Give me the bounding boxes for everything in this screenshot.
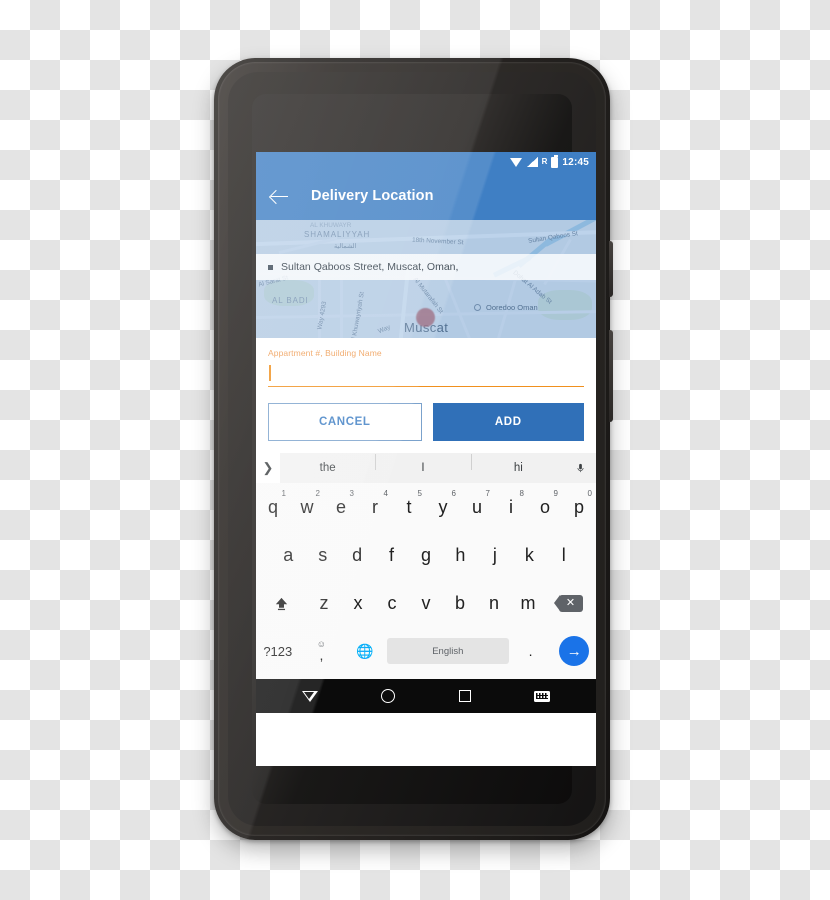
key-num: 3 [349,489,354,498]
nav-keyboard-icon[interactable] [534,690,551,702]
key-m[interactable]: m [511,579,545,627]
space-bar[interactable]: English [386,638,509,664]
key-q[interactable]: 1q [256,483,290,531]
key-u[interactable]: 7u [460,483,494,531]
microphone-icon[interactable] [566,461,596,476]
key-z[interactable]: z [307,579,341,627]
key-p[interactable]: 0p [562,483,596,531]
page-title: Delivery Location [311,188,434,204]
suggestion-strip: ❯ the I hi [256,453,596,483]
key-w[interactable]: 2w [290,483,324,531]
key-a[interactable]: a [271,531,305,579]
selected-address-bar[interactable]: Sultan Qaboos Street, Muscat, Oman, [256,254,596,280]
key-n[interactable]: n [477,579,511,627]
key-label: w [300,496,314,517]
key-label: y [438,496,448,517]
key-y[interactable]: 6y [426,483,460,531]
key-r[interactable]: 4r [358,483,392,531]
phone-screen: R 12:45 Delivery Location AL KHUWAYR SHA… [256,152,596,766]
key-num: 7 [485,489,490,498]
period-key[interactable]: . [509,627,553,675]
symbols-key[interactable]: ?123 [256,627,300,675]
keyboard-row-4: ?123 ☺ , 🌐 English . → [256,627,596,675]
key-num: 1 [281,489,286,498]
wifi-icon [509,157,523,167]
enter-arrow-icon: → [559,636,590,666]
key-num: 5 [417,489,422,498]
key-label: u [471,496,482,517]
key-x[interactable]: x [341,579,375,627]
key-label: o [539,496,550,517]
key-o[interactable]: 9o [528,483,562,531]
key-num: 8 [519,489,524,498]
volume-button[interactable] [609,330,613,422]
key-label: q [267,496,278,517]
key-b[interactable]: b [443,579,477,627]
signal-icon [526,157,538,167]
app-bar: Delivery Location [256,172,596,220]
suggestion-item[interactable]: I [375,454,470,474]
key-num: 2 [315,489,320,498]
selected-address-text: Sultan Qaboos Street, Muscat, Oman, [281,261,459,273]
key-k[interactable]: k [512,531,546,579]
add-button[interactable]: ADD [432,403,584,441]
key-num: 6 [451,489,456,498]
key-num: 9 [553,489,558,498]
key-e[interactable]: 3e [324,483,358,531]
key-num: 4 [383,489,388,498]
key-label: r [372,496,378,517]
nav-back-triangle-icon[interactable] [301,690,318,702]
address-form: Appartment #, Building Name CANCEL ADD [256,338,596,453]
nav-recents-square-icon[interactable] [458,690,471,702]
phone-bezel: R 12:45 Delivery Location AL KHUWAYR SHA… [218,62,606,836]
status-bar: R 12:45 [256,152,596,172]
key-d[interactable]: d [340,531,374,579]
apartment-field-label: Appartment #, Building Name [268,348,382,358]
shift-arrow-icon[interactable] [256,579,307,627]
key-c[interactable]: c [375,579,409,627]
enter-key[interactable]: → [552,627,596,675]
status-bar-icons: R 12:45 [509,152,589,172]
key-t[interactable]: 5t [392,483,426,531]
key-label: e [335,496,346,517]
cancel-button[interactable]: CANCEL [268,403,422,441]
phone-device: R 12:45 Delivery Location AL KHUWAYR SHA… [214,58,613,840]
key-num: 0 [587,489,592,498]
key-label: i [509,496,513,517]
phone-front-face: R 12:45 Delivery Location AL KHUWAYR SHA… [228,72,596,826]
keyboard-row-1: 1q 2w 3e 4r 5t 6y 7u 8i 9o 0p [256,483,596,531]
key-f[interactable]: f [374,531,408,579]
suggestion-item[interactable]: the [280,462,375,474]
apartment-input[interactable] [268,361,584,387]
key-i[interactable]: 8i [494,483,528,531]
key-g[interactable]: g [409,531,443,579]
key-l[interactable]: l [547,531,581,579]
chevron-right-icon[interactable]: ❯ [256,453,280,483]
key-j[interactable]: j [478,531,512,579]
globe-language-icon[interactable]: 🌐 [343,627,387,675]
roaming-icon: R [541,157,548,166]
android-nav-bar [256,679,596,713]
key-label: t [406,496,412,517]
nav-home-circle-icon[interactable] [381,689,396,703]
status-bar-clock: 12:45 [562,156,589,168]
form-actions: CANCEL ADD [268,403,584,453]
suggestion-item[interactable]: hi [470,454,566,474]
power-button[interactable] [609,241,613,297]
square-marker-icon [268,264,273,270]
on-screen-keyboard: ❯ the I hi 1q 2w 3e 4r 5t 6y 7 u 8 i 9 o… [256,453,596,679]
key-label: p [573,496,584,517]
backspace-icon[interactable]: ✕ [545,579,596,627]
battery-icon [551,154,559,168]
text-caret [269,365,271,381]
map-view[interactable]: AL KHUWAYR SHAMALIYYAH الشمالية 18th Nov… [256,220,596,338]
emoji-comma-key[interactable]: ☺ , [300,627,344,675]
back-arrow-icon[interactable] [270,187,289,206]
keyboard-row-3: z x c v b n m ✕ [256,579,596,627]
comma-label: , [319,647,324,664]
keyboard-row-2: a s d f g h j k l [256,531,596,579]
key-v[interactable]: v [409,579,443,627]
key-s[interactable]: s [305,531,339,579]
key-h[interactable]: h [443,531,477,579]
